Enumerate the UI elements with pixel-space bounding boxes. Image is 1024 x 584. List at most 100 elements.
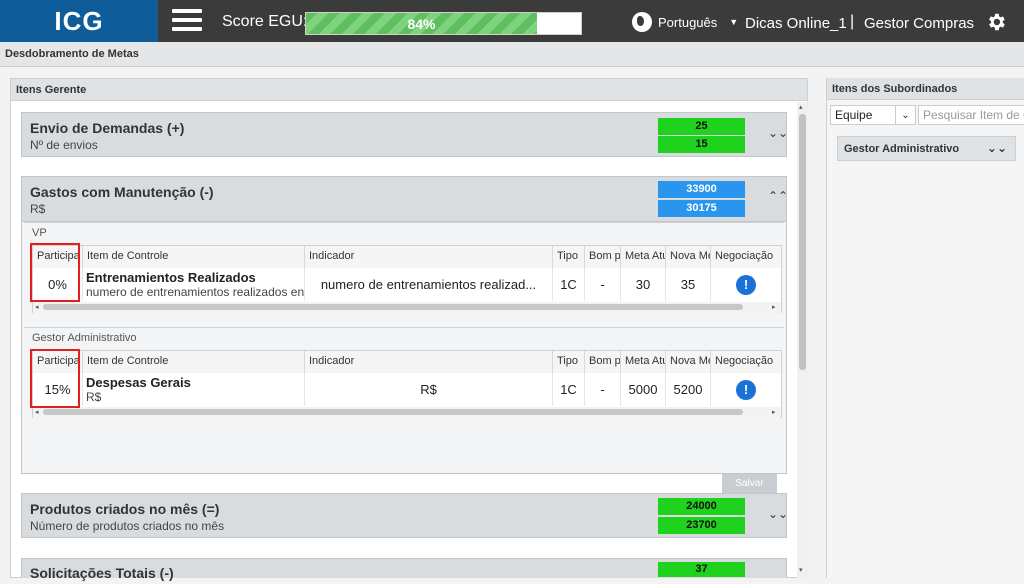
- subordinate-group[interactable]: Gestor Administrativo ⌄⌄: [837, 136, 1016, 161]
- chevron-down-icon[interactable]: ⌄⌄: [987, 141, 1007, 155]
- cell-item-controle: Despesas Gerais R$: [83, 373, 305, 406]
- card-title: Solicitações Totais (-): [30, 565, 174, 581]
- col-negociacao[interactable]: Negociação: [711, 246, 781, 268]
- page-title: Desdobramento de Metas: [0, 42, 1024, 67]
- card-expanded-content: VP Participa Item de Controle Indicador …: [21, 222, 787, 493]
- save-button[interactable]: Salvar: [722, 474, 777, 493]
- item-title: Entrenamientos Realizados: [86, 270, 256, 285]
- language-label: Português: [658, 14, 718, 30]
- cell-bom: -: [585, 373, 621, 406]
- col-item-controle[interactable]: Item de Controle: [83, 351, 305, 373]
- table-scrollbar[interactable]: ◂ ▸: [33, 407, 781, 418]
- card-subtitle: Número de produtos criados no mês: [30, 519, 225, 533]
- chevron-up-icon[interactable]: ⌃⌃: [768, 189, 788, 203]
- panel-scrollbar[interactable]: ▴ ▾: [797, 102, 808, 578]
- scrollbar-thumb[interactable]: [799, 114, 806, 370]
- card-gastos-manutencao[interactable]: Gastos com Manutenção (-) R$ 33900 30175…: [21, 176, 788, 222]
- group-label: Gestor Administrativo: [32, 332, 137, 344]
- subordinates-panel: Itens dos Subordinados Equipe ⌄ Pesquisa…: [826, 78, 1024, 578]
- cell-meta-atual: 30: [621, 268, 666, 301]
- item-title: Despesas Gerais: [86, 375, 191, 390]
- card-value-1: 24000: [658, 498, 745, 515]
- highlight-box: [30, 243, 80, 302]
- scroll-right-icon[interactable]: ▸: [772, 303, 776, 311]
- control-items-table: Participa Item de Controle Indicador Tip…: [32, 245, 782, 313]
- scroll-up-icon[interactable]: ▴: [799, 103, 803, 111]
- card-value-2: 15: [658, 136, 745, 153]
- col-item-controle[interactable]: Item de Controle: [83, 246, 305, 268]
- globe-icon: [632, 12, 652, 32]
- scroll-down-icon[interactable]: ▾: [799, 566, 803, 574]
- card-value-2: 23700: [658, 517, 745, 534]
- cell-negociacao: !: [711, 373, 781, 406]
- card-title: Envio de Demandas (+): [30, 120, 185, 136]
- card-subtitle: Nº de envios: [30, 138, 98, 152]
- cell-nova-meta[interactable]: 5200: [666, 373, 711, 406]
- table-scrollbar[interactable]: ◂ ▸: [33, 302, 781, 313]
- cell-nova-meta[interactable]: 35: [666, 268, 711, 301]
- info-icon[interactable]: !: [736, 379, 756, 400]
- menu-icon[interactable]: [172, 9, 202, 33]
- group-label: Gestor Administrativo: [844, 143, 960, 155]
- card-title: Gastos com Manutenção (-): [30, 184, 214, 200]
- cell-tipo: 1C: [553, 373, 585, 406]
- caret-down-icon: ▼: [729, 17, 739, 27]
- score-progress-bar: 84%: [305, 12, 582, 35]
- card-produtos-criados[interactable]: Produtos criados no mês (=) Número de pr…: [21, 493, 788, 538]
- chevron-down-icon[interactable]: ⌄⌄: [768, 126, 788, 140]
- panel-title: Itens Gerente: [11, 79, 807, 101]
- top-bar: ICG Score EGU: 84% Português ▼ Dicas Onl…: [0, 0, 1024, 42]
- search-input[interactable]: Pesquisar Item de Co: [918, 105, 1024, 125]
- col-nova-meta[interactable]: Nova Me: [666, 351, 711, 373]
- chevron-down-icon[interactable]: ⌄: [895, 105, 915, 125]
- item-subtitle: numero de entrenamientos realizados en: [86, 285, 305, 299]
- panel-title: Itens dos Subordinados: [827, 78, 1024, 100]
- col-tipo[interactable]: Tipo: [553, 351, 585, 373]
- col-meta-atual[interactable]: Meta Atu: [621, 246, 666, 268]
- header-separator: |: [850, 13, 855, 30]
- highlight-box: [30, 349, 80, 408]
- scroll-right-icon[interactable]: ▸: [772, 408, 776, 416]
- logo[interactable]: ICG: [0, 0, 158, 42]
- scroll-left-icon[interactable]: ◂: [35, 408, 39, 416]
- score-label: Score EGU:: [222, 13, 308, 30]
- col-bom[interactable]: Bom pa: [585, 351, 621, 373]
- cell-negociacao: !: [711, 268, 781, 301]
- language-selector[interactable]: Português ▼: [632, 12, 738, 32]
- card-value-1: 25: [658, 118, 745, 135]
- score-percent-text: 84%: [407, 15, 436, 32]
- group-label: VP: [32, 227, 47, 239]
- cell-item-controle: Entrenamientos Realizados numero de entr…: [83, 268, 305, 301]
- score-progress-fill: 84%: [306, 13, 537, 34]
- cell-bom: -: [585, 268, 621, 301]
- info-icon[interactable]: !: [736, 274, 756, 295]
- card-envio-demandas[interactable]: Envio de Demandas (+) Nº de envios 25 15…: [21, 112, 788, 157]
- col-meta-atual[interactable]: Meta Atu: [621, 351, 666, 373]
- col-indicador[interactable]: Indicador: [305, 246, 553, 268]
- cell-indicador: numero de entrenamientos realizad...: [305, 268, 553, 301]
- card-subtitle: R$: [30, 202, 46, 216]
- cell-tipo: 1C: [553, 268, 585, 301]
- card-title: Produtos criados no mês (=): [30, 501, 220, 517]
- col-negociacao[interactable]: Negociação: [711, 351, 781, 373]
- group-gestor-administrativo: Gestor Administrativo Participa Item de …: [24, 327, 784, 432]
- col-bom[interactable]: Bom pa: [585, 246, 621, 268]
- cell-indicador: R$: [305, 373, 553, 406]
- user-role[interactable]: Gestor Compras: [864, 15, 974, 32]
- cell-meta-atual: 5000: [621, 373, 666, 406]
- item-subtitle: R$: [86, 390, 102, 404]
- user-name[interactable]: Dicas Online_1: [745, 15, 847, 32]
- chevron-down-icon[interactable]: ⌄⌄: [768, 507, 788, 521]
- card-solicitacoes-totais[interactable]: Solicitações Totais (-) 37: [21, 558, 787, 581]
- card-value-1: 33900: [658, 181, 745, 198]
- control-items-table: Participa Item de Controle Indicador Tip…: [32, 350, 782, 418]
- card-value-1: 37: [658, 562, 745, 577]
- items-manager-panel: Itens Gerente Envio de Demandas (+) Nº d…: [10, 78, 808, 581]
- col-indicador[interactable]: Indicador: [305, 351, 553, 373]
- card-value-2: 30175: [658, 200, 745, 217]
- group-vp: VP Participa Item de Controle Indicador …: [24, 222, 784, 322]
- col-tipo[interactable]: Tipo: [553, 246, 585, 268]
- scroll-left-icon[interactable]: ◂: [35, 303, 39, 311]
- col-nova-meta[interactable]: Nova Me: [666, 246, 711, 268]
- gear-icon[interactable]: [985, 11, 1007, 33]
